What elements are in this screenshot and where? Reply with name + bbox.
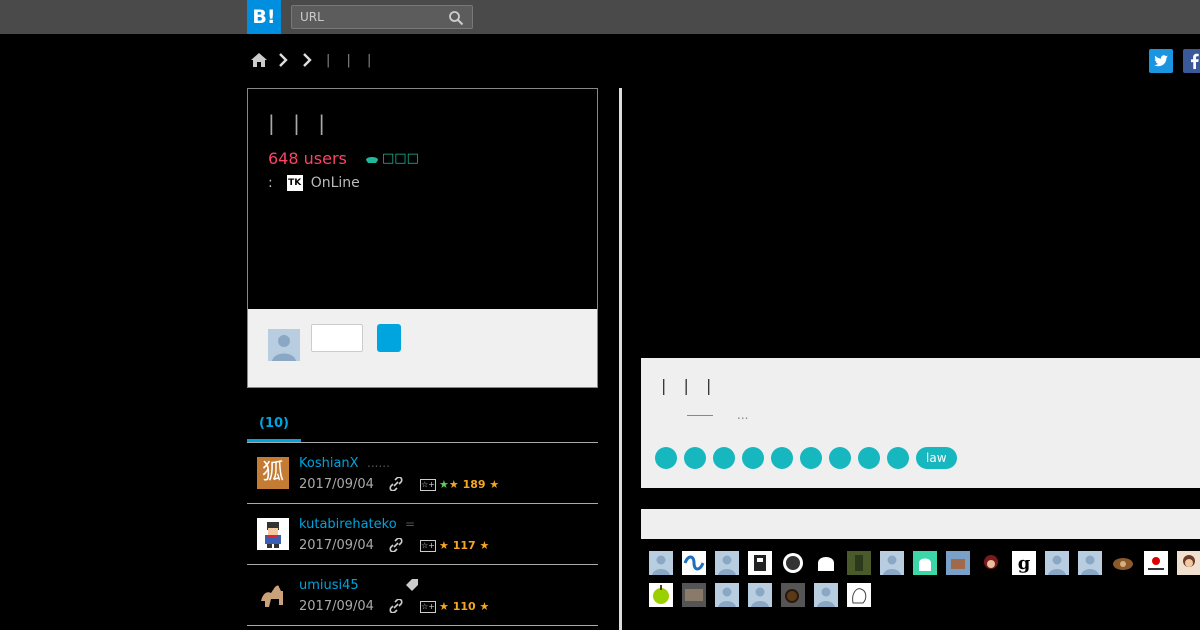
user-avatar [268,329,300,361]
bookmark-username[interactable]: umiusi45 [299,578,359,593]
link-icon[interactable] [389,477,403,491]
bookmark-username[interactable]: kutabirehateko [299,517,397,532]
add-star-button[interactable]: ☆+ [420,479,436,491]
avatar[interactable] [1078,551,1102,575]
avatar[interactable] [814,551,838,575]
avatar[interactable] [1111,551,1135,575]
source-name[interactable]: OnLine [311,175,360,191]
avatar[interactable] [257,579,289,611]
avatar[interactable] [748,551,772,575]
bookmark-comment: = [405,517,416,531]
bookmark-username[interactable]: KoshianX [299,456,359,471]
bookmarked-users-header [641,509,1200,539]
bookmark-item: kutabirehateko = 2017/09/04 ☆+ ★ 117 ★ [247,504,598,565]
bookmark-item: umiusi45 2017/09/04 ☆+ ★ 110 ★ [247,565,598,626]
avatar[interactable] [880,551,904,575]
tag[interactable] [684,447,706,469]
source-favicon: TK [286,175,303,191]
twitter-icon [1154,55,1168,67]
hot-entry-badge: □□□ [364,151,419,166]
hot-icon [366,156,378,163]
bookmark-date[interactable]: 2017/09/04 [299,477,374,492]
tag-law[interactable]: law [916,447,957,469]
bookmark-item: 狐 KoshianX ...... 2017/09/04 ☆+ ★★ 189 ★ [247,443,598,504]
avatar[interactable] [715,551,739,575]
tag-list: law [655,447,957,469]
source-prefix: : [268,175,273,191]
avatar[interactable] [847,583,871,607]
avatar[interactable] [682,583,706,607]
bookmark-date[interactable]: 2017/09/04 [299,538,374,553]
chevron-right-icon [303,53,312,67]
avatar[interactable] [946,551,970,575]
avatar[interactable] [847,551,871,575]
description-text: ... [687,408,748,422]
avatar[interactable] [814,583,838,607]
facebook-icon [1191,53,1199,70]
breadcrumb: | | | [250,50,377,70]
link-icon[interactable] [389,599,403,613]
tag-icon [406,579,418,591]
svg-text:g: g [1018,553,1031,574]
chevron-right-icon [279,53,288,67]
top-bar: B! [0,0,1200,34]
tag[interactable] [655,447,677,469]
tab-popular-comments[interactable]: (10) [259,416,289,431]
search-icon[interactable] [448,10,464,26]
star-count[interactable]: ★★ 189 ★ [439,478,499,491]
avatar[interactable] [979,551,1003,575]
add-star-button[interactable]: ☆+ [420,601,436,613]
search-input[interactable] [300,9,440,25]
hatena-bookmark-logo[interactable]: B! [247,0,281,34]
avatar[interactable] [1177,551,1200,575]
facebook-share-button[interactable] [1183,49,1200,73]
description-title[interactable]: | | | [661,376,717,395]
tag[interactable] [742,447,764,469]
comment-form [248,309,597,387]
avatar[interactable] [682,551,706,575]
home-icon[interactable] [250,51,268,69]
avatar[interactable] [781,551,805,575]
entry-source: : TK OnLine [268,175,360,191]
tag[interactable] [771,447,793,469]
tag[interactable] [858,447,880,469]
tag[interactable] [829,447,851,469]
avatar[interactable] [781,583,805,607]
avatar[interactable] [649,583,673,607]
hot-label: □□□ [382,151,419,166]
avatar[interactable] [1045,551,1069,575]
tag[interactable] [713,447,735,469]
avatar[interactable] [715,583,739,607]
twitter-share-button[interactable] [1149,49,1173,73]
entry-title[interactable]: | | | [268,111,331,135]
star-count[interactable]: ★ 110 ★ [439,600,489,613]
avatar[interactable] [748,583,772,607]
bookmark-submit-button[interactable] [377,324,401,352]
avatar[interactable] [649,551,673,575]
column-divider [619,88,622,630]
avatar[interactable] [1144,551,1168,575]
add-star-button[interactable]: ☆+ [420,540,436,552]
entry-description: | | | ... law [641,358,1200,488]
bookmark-date[interactable]: 2017/09/04 [299,599,374,614]
avatar[interactable]: 狐 [257,457,289,489]
breadcrumb-current: | | | [326,52,378,68]
tag[interactable] [800,447,822,469]
avatar[interactable] [257,518,289,550]
comment-input[interactable] [311,324,363,352]
bookmark-user-count[interactable]: 648 users [268,149,347,168]
tag[interactable] [887,447,909,469]
avatar[interactable]: g [1012,551,1036,575]
link-icon[interactable] [389,538,403,552]
bookmark-comment: ...... [367,456,390,470]
star-count[interactable]: ★ 117 ★ [439,539,489,552]
avatar[interactable] [913,551,937,575]
search-box [291,5,473,29]
entry-summary: | | | 648 users □□□ : TK OnLine [247,88,598,388]
